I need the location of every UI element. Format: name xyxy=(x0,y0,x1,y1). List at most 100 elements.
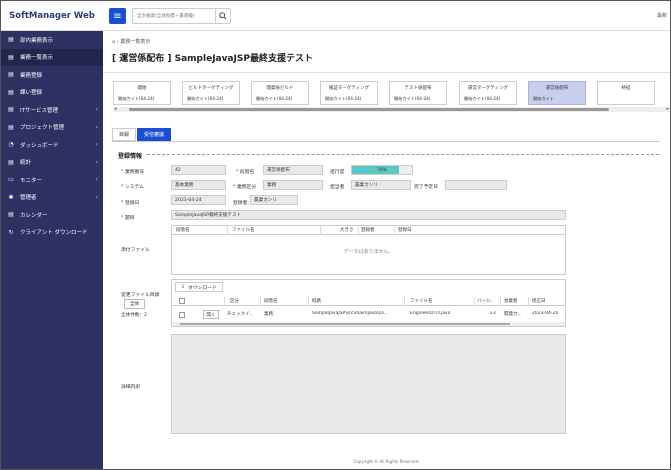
owner-field[interactable]: 農業カンリ xyxy=(351,180,411,190)
sidebar-item-label: モニター xyxy=(20,177,43,184)
sidebar-item-11[interactable]: ↻ クライアント ダウンロード xyxy=(1,224,103,242)
header-file[interactable]: ファイル名 xyxy=(232,227,255,233)
title-field[interactable]: SampleJavaJSP最終支援テスト xyxy=(171,210,566,220)
workflow-step-1[interactable]: ビルドターゲティング 開始カイト(04-24) xyxy=(182,81,240,105)
chevron-left-icon: ‹ xyxy=(95,123,98,131)
search-input[interactable] xyxy=(133,9,215,23)
chevron-left-icon: ‹ xyxy=(95,158,98,166)
step-name: テスト係配布 xyxy=(404,86,432,91)
sidebar-item-7[interactable]: ▤ 統計 ‹ xyxy=(1,154,103,172)
divider xyxy=(112,141,660,142)
hamburger-icon: ≡ xyxy=(113,10,122,22)
home-icon[interactable]: ⌂ xyxy=(112,39,115,45)
menu-icon: ▤ xyxy=(8,53,14,61)
search-icon[interactable] xyxy=(215,9,229,23)
open-button[interactable]: 開く xyxy=(203,310,219,319)
tab-list[interactable]: 目録 xyxy=(112,128,137,141)
sidebar-item-9[interactable]: ✱ 管理者 ‹ xyxy=(1,189,103,207)
header-stage[interactable]: 段階名 xyxy=(176,227,190,233)
sidebar-item-label: プロジェクト管理 xyxy=(20,125,65,132)
user-menu[interactable]: 最新 xyxy=(657,12,667,19)
header-registrant[interactable]: 登録者 xyxy=(361,227,375,233)
step-sub: 開始カイト xyxy=(533,96,554,101)
step-sub: 開始カイト(04-24) xyxy=(464,96,501,101)
reg-date-label: * 登録日 xyxy=(121,201,140,206)
workflow-step-7[interactable]: 終結 xyxy=(597,81,655,105)
step-name: 開発係ビルド xyxy=(266,86,294,91)
cell-date: 2023-04-24 xyxy=(532,311,559,316)
workflow-step-5[interactable]: 運営ターゲティング 開始カイト(04-24) xyxy=(459,81,517,105)
header-checkbox[interactable] xyxy=(179,298,185,304)
due-label: 完了予定日 xyxy=(414,185,438,190)
step-name: 運営ターゲティング xyxy=(467,86,509,91)
header-reg-date[interactable]: 登録日 xyxy=(398,227,412,233)
sidebar-item-5[interactable]: ▤ プロジェクト管理 ‹ xyxy=(1,119,103,137)
sidebar-item-label: 管理者 xyxy=(20,195,37,202)
sidebar-item-6[interactable]: ◔ ダッシュボード ‹ xyxy=(1,136,103,154)
sidebar-item-10[interactable]: ▤ カレンダー xyxy=(1,206,103,224)
step-sub: 開始カイト(04-24) xyxy=(187,96,224,101)
progress-text: 78% xyxy=(376,167,387,173)
scroll-right-icon[interactable]: ▸ xyxy=(666,106,669,112)
tab-receive-review[interactable]: 受信審議 xyxy=(137,128,172,141)
menu-icon: ▤ xyxy=(8,106,14,114)
menu-icon: ▭ xyxy=(8,176,14,184)
row-checkbox[interactable] xyxy=(179,312,185,318)
scroll-thumb[interactable] xyxy=(129,108,609,111)
sidebar-item-2[interactable]: ▤ 業務登録 xyxy=(1,66,103,84)
header-file[interactable]: ファイル名 xyxy=(410,298,433,304)
header-stage[interactable]: 段階名 xyxy=(264,298,278,304)
progress-bar: 78% xyxy=(351,165,413,175)
system-field[interactable]: 基本業務 xyxy=(171,180,226,190)
task-no-field: 42 xyxy=(171,165,226,175)
reg-date-field: 2023-04-24 xyxy=(171,195,226,205)
workflow-steps: 開始 開始カイト(04-24) ビルドターゲティング 開始カイト(04-24) 開発係ビ… xyxy=(113,81,670,113)
stage-label: * 段階名 xyxy=(236,170,255,175)
workflow-step-2[interactable]: 開発係ビルド開始カイト(04-24) xyxy=(251,81,309,105)
detail-textarea[interactable] xyxy=(171,334,566,434)
select-all-button[interactable]: 全体 xyxy=(124,299,145,309)
header-path[interactable]: 経路 xyxy=(312,298,321,304)
table-row[interactable]: 開く チェックイ.. 業務 SampleJavaJSP\src\main\jav… xyxy=(172,309,565,320)
workflow-step-6[interactable]: 運営係配布開始カイト xyxy=(528,81,586,105)
category-field[interactable]: 業務 xyxy=(263,180,323,190)
step-sub: 開始カイト(04-24) xyxy=(256,96,293,101)
chevron-left-icon: ‹ xyxy=(95,193,98,201)
download-button[interactable]: ⇩ ダウンロード xyxy=(175,282,223,292)
cell-path: SampleJavaJSP\src\main\java\co... xyxy=(312,311,389,316)
scroll-left-icon[interactable]: ◂ xyxy=(114,106,117,112)
scroll-thumb[interactable] xyxy=(180,323,510,325)
sidebar-item-3[interactable]: ▤ 課い登録 xyxy=(1,84,103,102)
header-user[interactable]: 会業者 xyxy=(504,298,518,304)
sidebar-item-label: クライアント ダウンロード xyxy=(20,230,88,237)
workflow-step-0[interactable]: 開始 開始カイト(04-24) xyxy=(113,81,171,105)
workflow-step-4[interactable]: テスト係配布 開始カイト(04-24) xyxy=(389,81,447,105)
search-box xyxy=(132,8,231,24)
sidebar-item-label: 部内業務表示 xyxy=(20,37,54,44)
brand-logo[interactable]: SoftManager Web xyxy=(1,1,103,31)
due-date-field[interactable] xyxy=(445,180,507,190)
cell-user: 開発力... xyxy=(504,312,522,317)
header-date[interactable]: 修正日 xyxy=(532,298,546,304)
stage-field: 運営係配布 xyxy=(263,165,323,175)
menu-toggle-button[interactable]: ≡ xyxy=(109,8,126,24)
sidebar-item-label: ITサービス管理 xyxy=(20,107,58,114)
sidebar-item-1[interactable]: ▤ 業務一覧表示 xyxy=(1,48,103,66)
header-kind[interactable]: 区分 xyxy=(230,298,239,304)
header-size[interactable]: 大きさ xyxy=(340,227,354,233)
sidebar-item-0[interactable]: ▤ 部内業務表示 xyxy=(1,31,103,49)
steps-scrollbar[interactable]: ◂ ▸ xyxy=(113,106,670,112)
sidebar-item-8[interactable]: ▭ モニター ‹ xyxy=(1,171,103,189)
step-name: 運営係配布 xyxy=(545,86,569,91)
workflow-step-3[interactable]: 検証ターゲティング 開始カイト(04-24) xyxy=(320,81,378,105)
sidebar-item-4[interactable]: ▤ ITサービス管理 ‹ xyxy=(1,101,103,119)
empty-message: データはありません。 xyxy=(343,249,394,255)
step-name: ビルドターゲティング xyxy=(188,86,234,91)
divider xyxy=(103,72,670,73)
menu-icon: ▤ xyxy=(8,158,14,166)
step-sub: 開始カイト(04-24) xyxy=(325,96,362,101)
progress-label: 進行度 xyxy=(330,170,345,175)
breadcrumb-current[interactable]: 業務一覧表示 xyxy=(120,39,150,45)
table-scrollbar[interactable] xyxy=(172,322,565,326)
header-version[interactable]: バージ.. xyxy=(477,298,493,304)
